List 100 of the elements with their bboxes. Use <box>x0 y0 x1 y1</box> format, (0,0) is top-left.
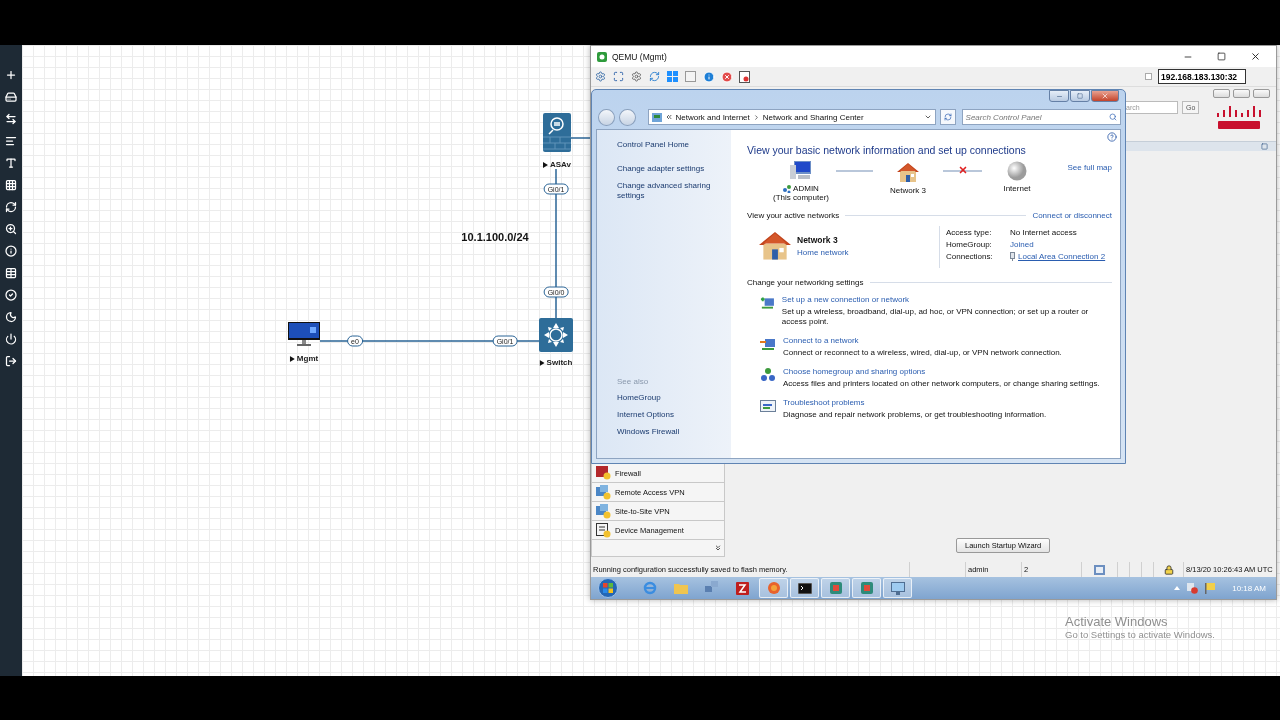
checkbox[interactable] <box>1145 73 1152 80</box>
sidebar-link[interactable]: Change adapter settings <box>617 164 715 174</box>
console-button[interactable] <box>685 70 697 83</box>
eject-button[interactable] <box>739 70 751 83</box>
map-node-sublabel: (This computer) <box>773 193 829 202</box>
table-icon[interactable] <box>5 267 17 279</box>
task-link[interactable]: Choose homegroup and sharing options <box>783 367 1100 376</box>
globe-icon <box>1007 161 1027 181</box>
connection-link[interactable]: Local Area Connection 2 <box>1018 252 1106 261</box>
settings-button[interactable] <box>631 70 643 83</box>
app-icon <box>859 581 874 595</box>
connection-icon[interactable] <box>5 113 17 125</box>
see-also-heading: See also <box>617 377 650 386</box>
close-button[interactable] <box>1091 90 1119 102</box>
maximize-icon <box>1077 93 1083 99</box>
refresh-icon <box>649 70 660 82</box>
browser-icon <box>642 581 657 595</box>
detail-label: Access type: <box>946 228 993 237</box>
activation-title: Activate Windows <box>1065 614 1169 629</box>
network-type-link[interactable]: Home network <box>797 248 849 257</box>
control-panel-icon <box>651 112 662 122</box>
network-name: Network 3 <box>797 235 839 245</box>
switch-icon[interactable] <box>539 318 573 352</box>
detail-label: Connections: <box>946 252 994 261</box>
fullscreen-icon <box>613 70 624 82</box>
list-icon[interactable] <box>5 135 17 147</box>
play-icon <box>539 359 545 366</box>
minimize-button[interactable] <box>1213 89 1230 98</box>
minimize-button[interactable] <box>1049 90 1069 102</box>
start-button[interactable] <box>597 578 619 598</box>
windows-button[interactable] <box>667 70 679 83</box>
stop-button[interactable] <box>721 70 733 83</box>
network-error-icon[interactable] <box>1186 582 1199 594</box>
add-icon[interactable] <box>5 69 17 81</box>
node-icon[interactable] <box>5 91 17 103</box>
firewall-icon[interactable] <box>543 113 571 152</box>
map-node-label: ADMIN <box>793 184 819 193</box>
play-icon <box>543 161 548 168</box>
play-icon <box>289 355 295 362</box>
broken-link-icon <box>957 165 968 175</box>
check-icon[interactable] <box>5 289 17 301</box>
breadcrumb-item[interactable]: Network and Internet <box>675 112 750 122</box>
sidebar-link[interactable]: Internet Options <box>617 410 715 420</box>
monitor-icon <box>890 581 905 595</box>
dropdown-icon[interactable] <box>923 113 932 121</box>
taskbar-app[interactable] <box>790 578 819 598</box>
text-icon[interactable] <box>5 157 17 169</box>
task-link[interactable]: Connect to a network <box>783 336 1062 345</box>
refresh-icon <box>943 113 952 121</box>
tray-expand-icon[interactable] <box>1174 586 1181 590</box>
breadcrumb-item[interactable]: Network and Sharing Center <box>762 112 864 122</box>
moon-icon[interactable] <box>5 311 17 323</box>
sidebar-link[interactable]: HomeGroup <box>617 393 715 403</box>
maximize-icon <box>1217 52 1226 61</box>
info-button[interactable] <box>703 70 715 83</box>
sidebar-link[interactable]: Windows Firewall <box>617 427 715 437</box>
address-bar[interactable]: Network and Internet Network and Sharing Center <box>647 109 936 125</box>
window-title: QEMU (Mgmt) <box>612 51 668 62</box>
task-link[interactable]: Troubleshoot problems <box>783 398 1047 407</box>
network-connect-icon <box>760 336 776 352</box>
maximize-button[interactable] <box>1070 90 1090 102</box>
network-button[interactable] <box>595 70 607 83</box>
task-link[interactable]: Set up a new connection or network <box>781 295 1112 304</box>
stop-icon <box>721 70 733 83</box>
fullscreen-button[interactable] <box>613 70 625 83</box>
gear-icon <box>595 70 606 82</box>
refresh-button[interactable] <box>649 70 661 83</box>
refresh-button[interactable] <box>939 109 956 125</box>
info-icon[interactable] <box>5 245 17 257</box>
logout-icon[interactable] <box>5 355 17 367</box>
map-node-label: Network 3 <box>890 186 926 195</box>
restore-button[interactable] <box>1233 89 1250 98</box>
close-button[interactable] <box>1253 89 1270 98</box>
forward-button[interactable] <box>618 108 636 126</box>
network-icon <box>783 184 792 193</box>
task-description: Access files and printers located on other network computers, or change sharing settings. <box>783 379 1100 389</box>
help-icon[interactable] <box>1107 132 1117 142</box>
see-full-map-link[interactable]: See full map <box>1067 163 1112 172</box>
sidebar-link[interactable]: Control Panel Home <box>617 140 715 150</box>
app-icon <box>828 581 843 595</box>
settings-icon <box>631 70 642 82</box>
connect-link[interactable]: Connect or disconnect <box>1032 211 1112 220</box>
back-button[interactable] <box>598 108 615 126</box>
link-line <box>570 137 591 139</box>
sidebar-link[interactable]: Change advanced sharing settings <box>617 181 715 201</box>
address-field[interactable]: 192.168.183.130:32 <box>1158 69 1246 84</box>
homegroup-status-link[interactable]: Joined <box>1010 240 1106 249</box>
chevron-icon <box>664 113 673 121</box>
flag-icon[interactable] <box>1204 582 1217 594</box>
node-label: Switch <box>546 358 573 367</box>
more-icon[interactable] <box>714 544 722 552</box>
monitor-icon[interactable] <box>288 322 320 346</box>
clock: 10:18 AM <box>1232 583 1266 593</box>
window-icon <box>685 70 696 82</box>
zoom-icon[interactable] <box>5 223 17 235</box>
troubleshoot-icon <box>760 398 776 414</box>
grid-icon[interactable] <box>5 179 17 191</box>
search-field[interactable]: Search Control Panel <box>961 109 1121 125</box>
refresh-icon[interactable] <box>5 201 17 213</box>
power-icon[interactable] <box>5 333 17 345</box>
